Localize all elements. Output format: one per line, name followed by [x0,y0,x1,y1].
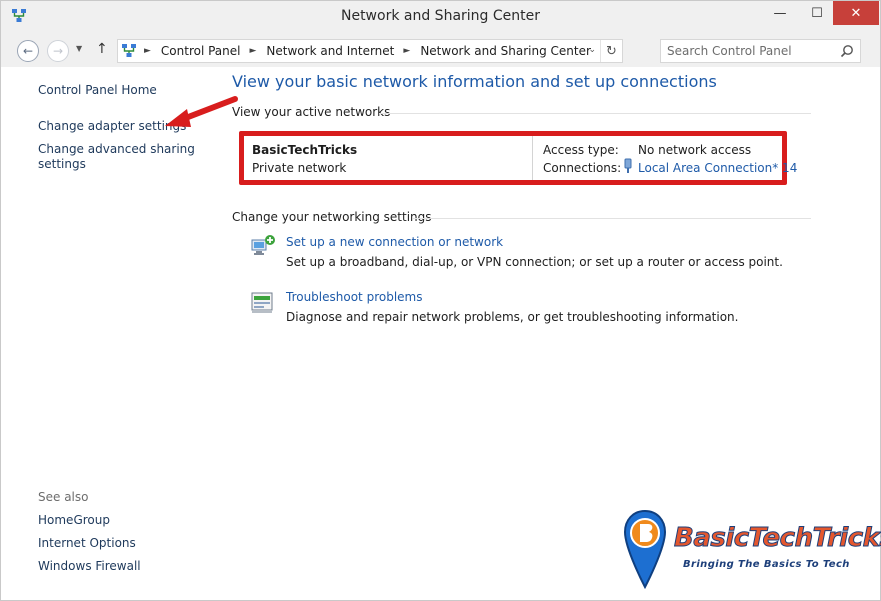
access-type-value: No network access [638,143,752,157]
active-networks-heading: View your active networks [232,105,391,119]
title-bar: Network and Sharing Center — ☐ ✕ [1,1,880,33]
control-panel-network-icon [122,44,136,57]
search-icon [840,45,853,58]
divider [379,113,811,114]
search-input[interactable] [667,43,835,59]
logo-tagline: Bringing The Basics To Tech [683,559,850,570]
close-button[interactable]: ✕ [833,1,879,25]
up-button[interactable]: ↑ [96,41,108,57]
logo-name: BasicTechTricks [673,523,881,554]
sidebar-item-change-advanced-sharing[interactable]: Change advanced sharing [38,142,195,156]
map-pin-icon [623,509,667,590]
local-area-connection-link[interactable]: Local Area Connection* 14 [638,161,797,175]
refresh-button[interactable]: ↻ [600,40,622,62]
annotation-arrow-icon [165,96,238,127]
sidebar-item-change-advanced-sharing-line2[interactable]: settings [38,157,86,171]
see-also-windows-firewall[interactable]: Windows Firewall [38,559,141,573]
ethernet-icon [624,158,632,173]
breadcrumb-network-and-sharing-center[interactable]: Network and Sharing Center [420,44,591,58]
search-box[interactable] [660,39,861,63]
forward-button[interactable]: → [47,40,69,62]
minimize-button[interactable]: — [763,1,797,25]
refresh-icon: ↻ [606,43,617,59]
networking-settings-heading: Change your networking settings [232,210,432,224]
arrow-up-icon: ↑ [96,41,108,57]
divider [413,218,811,219]
network-name: BasicTechTricks [252,143,358,157]
basictechtricks-logo: BasicTechTricks Bringing The Basics To T… [617,509,881,591]
maximize-button[interactable]: ☐ [800,1,834,25]
chevron-right-icon[interactable]: ► [250,46,257,56]
troubleshoot-problems-link[interactable]: Troubleshoot problems [286,290,422,304]
recent-locations-dropdown[interactable]: ▼ [76,44,82,53]
divider [532,136,533,180]
troubleshoot-problems-description: Diagnose and repair network problems, or… [286,310,739,324]
arrow-right-icon: → [52,44,64,58]
address-bar: ← → ▼ ↑ ► Control Panel ► Network and In… [1,33,880,67]
connections-label: Connections: [543,161,622,175]
page-title: View your basic network information and … [232,72,717,91]
network-type: Private network [252,161,347,175]
breadcrumb-control-panel[interactable]: Control Panel [161,44,241,58]
window: Network and Sharing Center — ☐ ✕ ← → ▼ ↑… [0,0,881,601]
chevron-down-icon[interactable]: ⌄ [588,45,596,55]
back-button[interactable]: ← [17,40,39,62]
access-type-label: Access type: [543,143,619,157]
troubleshoot-icon [251,292,273,313]
see-also-internet-options[interactable]: Internet Options [38,536,136,550]
arrow-left-icon: ← [22,44,34,58]
breadcrumb-network-and-internet[interactable]: Network and Internet [266,44,394,58]
new-connection-icon [251,235,275,255]
active-network-panel: BasicTechTricks Private network Access t… [239,131,797,185]
setup-new-connection-description: Set up a broadband, dial-up, or VPN conn… [286,255,783,269]
see-also-label: See also [38,490,89,504]
breadcrumb: ► Control Panel ► Network and Internet ►… [142,44,591,58]
see-also-homegroup[interactable]: HomeGroup [38,513,110,527]
window-title: Network and Sharing Center [340,8,540,24]
chevron-right-icon[interactable]: ► [144,46,151,56]
address-box[interactable]: ► Control Panel ► Network and Internet ►… [117,39,623,63]
sidebar-item-control-panel-home[interactable]: Control Panel Home [38,83,157,97]
chevron-right-icon[interactable]: ► [403,46,410,56]
setup-new-connection-link[interactable]: Set up a new connection or network [286,235,503,249]
